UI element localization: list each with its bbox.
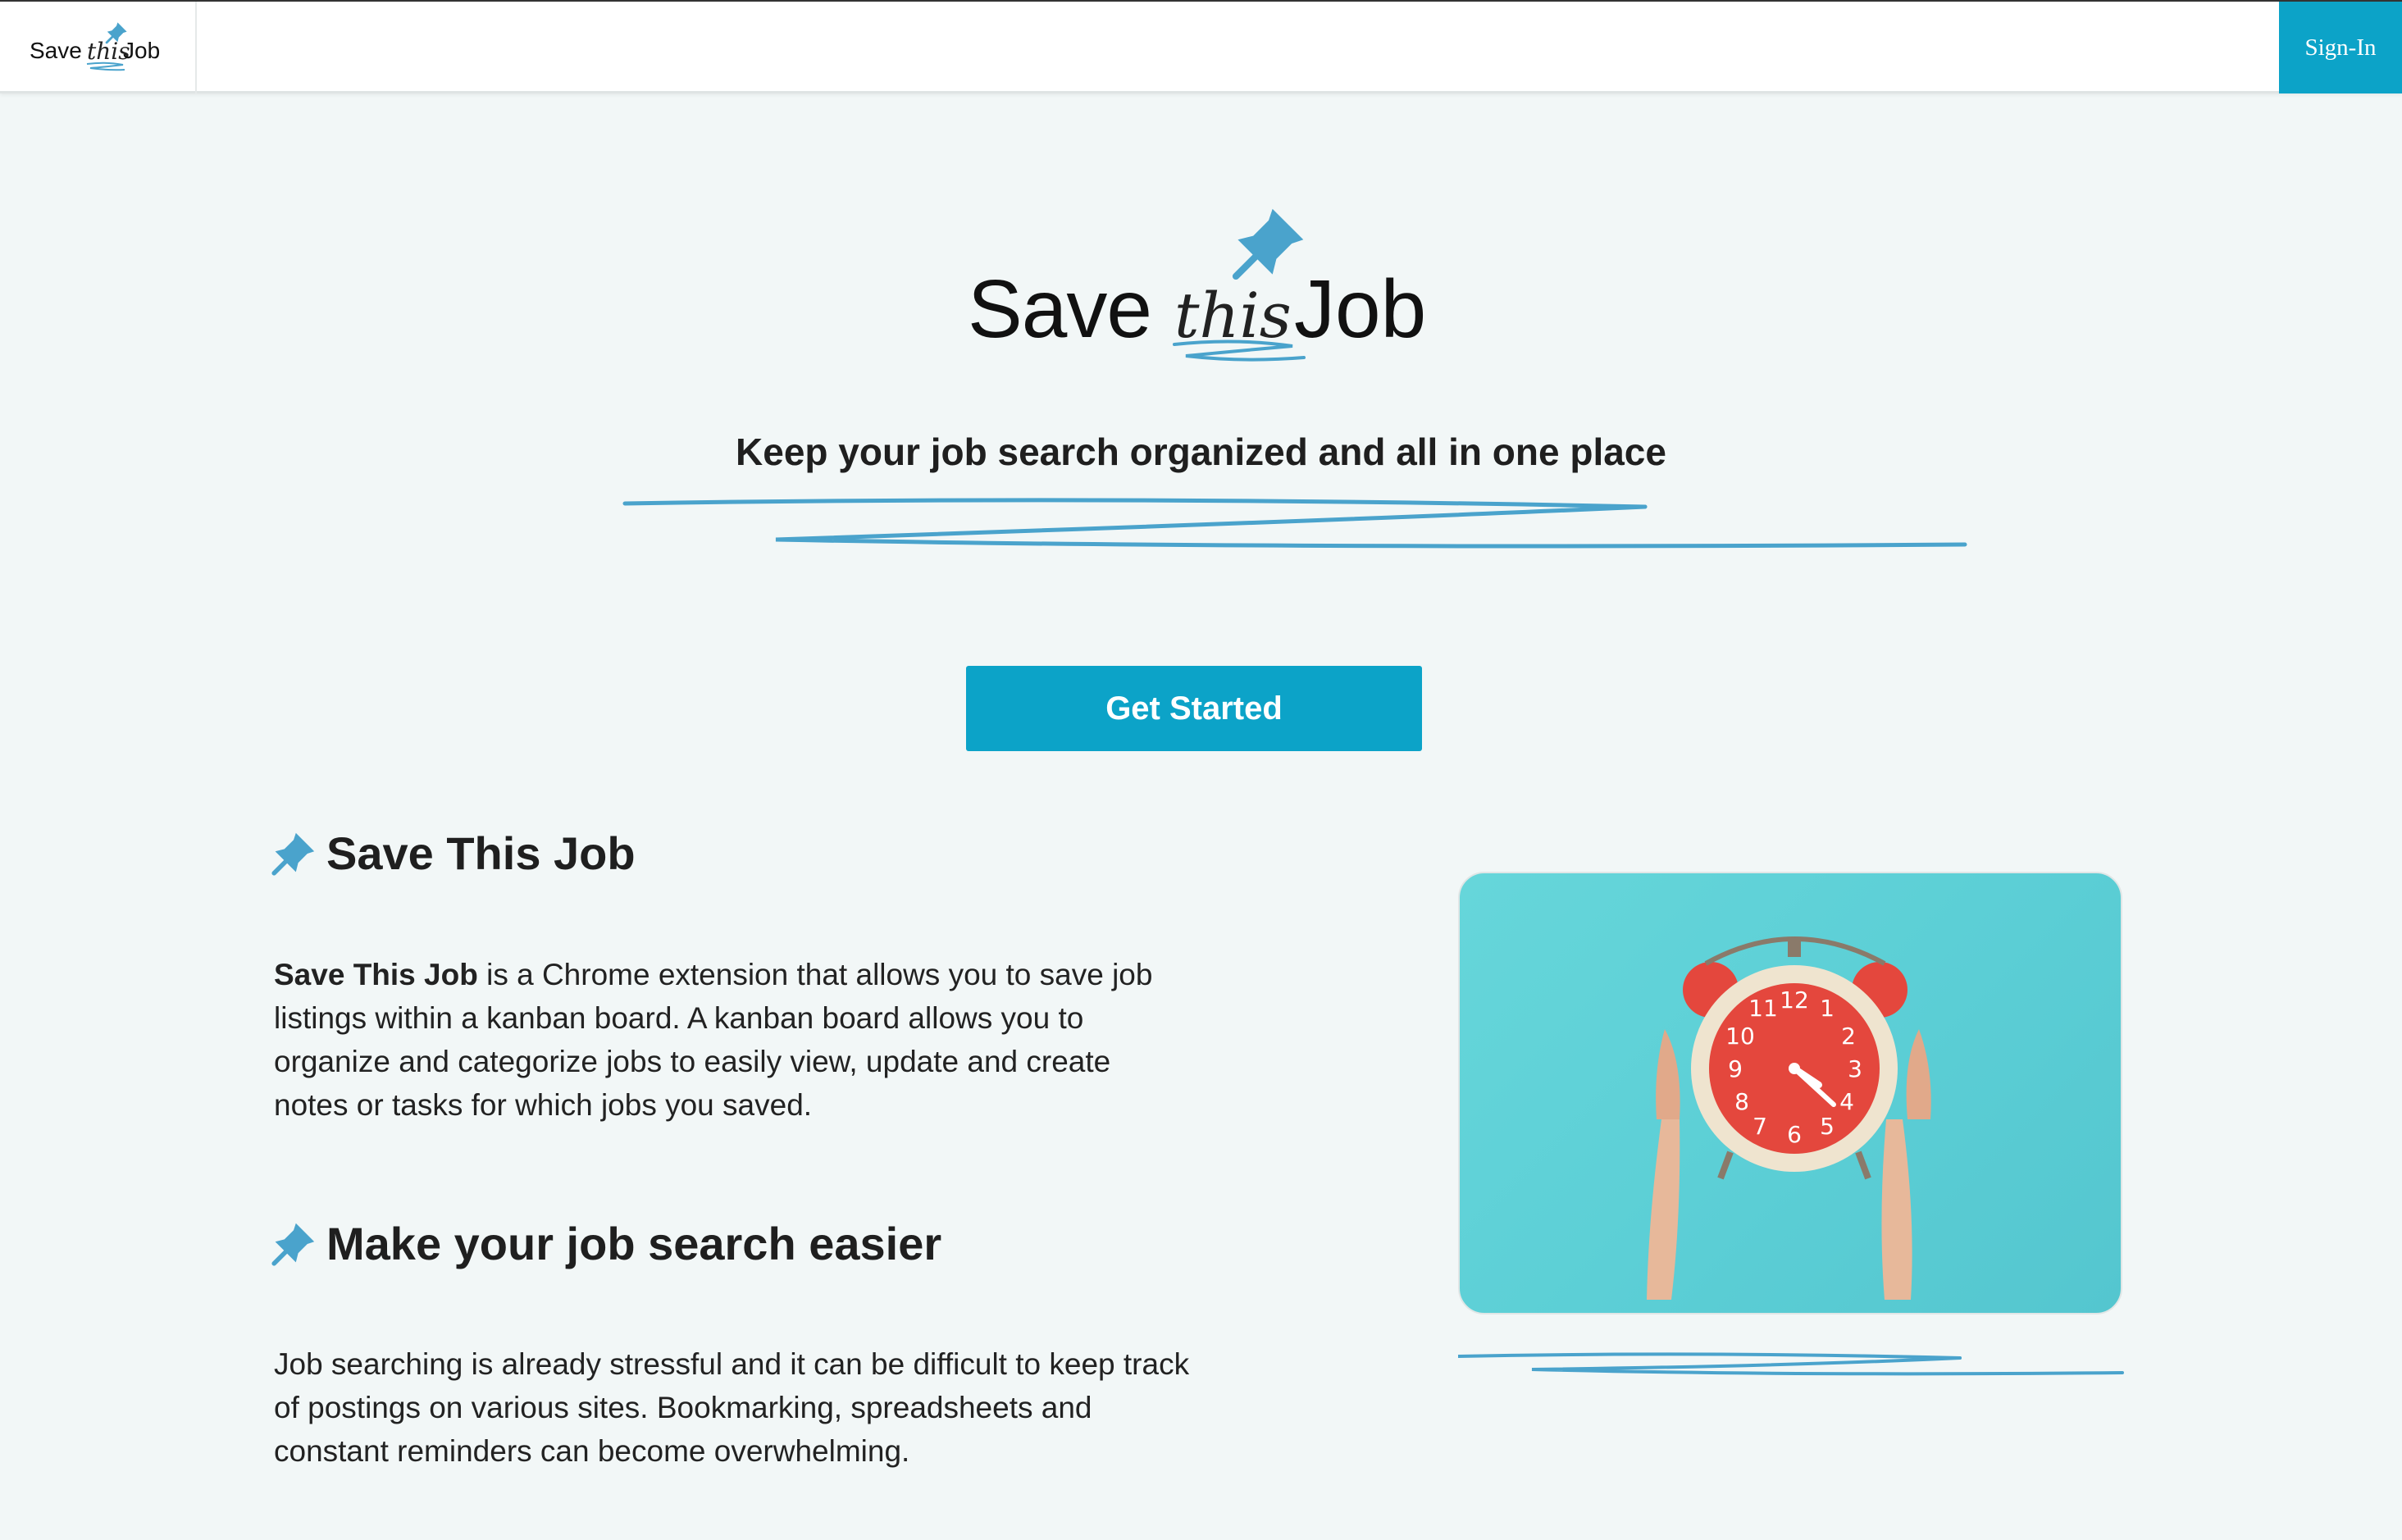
pushpin-icon [271,1223,315,1266]
clock-number: 3 [1848,1055,1862,1082]
get-started-button[interactable]: Get Started [966,666,1422,751]
nav-logo[interactable]: Save this Job [0,2,197,93]
section-heading-job-search-easier: Make your job search easier [271,1217,941,1270]
signin-button[interactable]: Sign-In [2279,2,2402,93]
top-navbar: Save this Job Sign-In [0,0,2402,93]
hero-tagline: Keep your job search organized and all i… [736,431,1666,473]
photo-underline [1458,1352,2124,1376]
clock-number: 7 [1753,1113,1767,1140]
section-paragraph-stress: Job searching is already stressful and i… [274,1347,1190,1468]
pushpin-icon [271,832,315,876]
section-paragraph-intro: Save This Job is a Chrome extension that… [274,953,1192,1127]
hero-logo-save-text: Save [968,263,1152,355]
section-heading-text: Make your job search easier [326,1218,942,1269]
clock-number: 2 [1841,1023,1856,1050]
clock-number: 11 [1748,995,1778,1022]
clock-number: 1 [1820,995,1835,1022]
clock-number: 6 [1787,1121,1802,1148]
clock-number: 9 [1728,1055,1743,1082]
clock-number: 10 [1725,1023,1755,1050]
tagline-underline [622,498,1967,549]
nav-logo-save-text: Save [30,38,82,63]
clock-number: 4 [1839,1088,1854,1115]
clock-number: 5 [1820,1113,1835,1140]
pushpin-icon [105,22,127,44]
section-heading-text: Save This Job [326,827,636,879]
clock-number: 12 [1780,986,1809,1014]
section-heading-save-this-job: Save This Job [271,827,636,880]
clock-number: 8 [1734,1088,1749,1115]
pushpin-icon [1232,208,1304,280]
hero-logo: Save this Job [959,205,1452,377]
alarm-clock-illustration: 12 1 2 3 4 5 6 7 8 9 10 11 [1647,936,1931,1300]
alarm-clock-photo: 12 1 2 3 4 5 6 7 8 9 10 11 [1458,872,2122,1314]
nav-logo-job-text: Job [123,38,161,63]
squiggle-underline [86,62,125,71]
hero-logo-job-text: Job [1294,263,1427,355]
product-name-bold: Save This Job [274,958,478,991]
squiggle-underline [1173,339,1306,362]
